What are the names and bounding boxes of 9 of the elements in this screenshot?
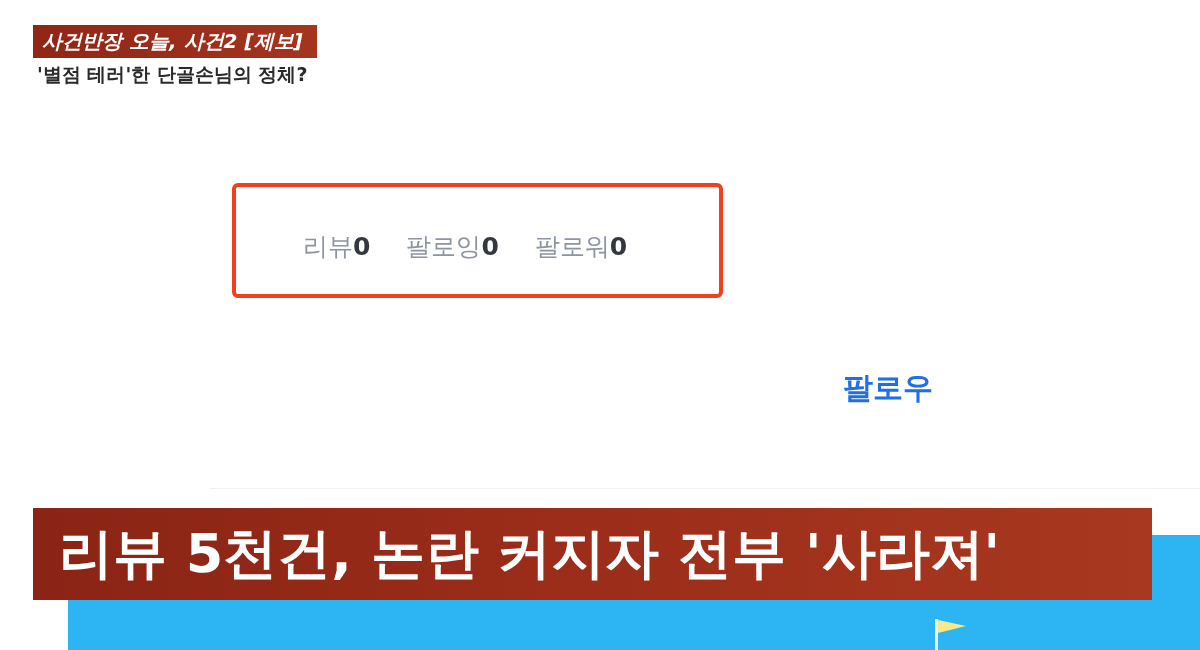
stat-count: 0	[609, 230, 628, 263]
program-title-banner: 사건반장 오늘, 사건2 [제보]	[33, 25, 317, 58]
stat-label: 팔로잉	[406, 230, 482, 263]
stat-label: 리뷰	[303, 230, 353, 263]
stat-count: 0	[353, 230, 371, 263]
follow-button[interactable]: 팔로우	[840, 368, 936, 408]
stat-count: 0	[481, 230, 499, 263]
stat-label: 팔로워	[534, 230, 610, 263]
headline-banner: 리뷰 5천건, 논란 커지자 전부 '사라져'	[33, 508, 1152, 600]
